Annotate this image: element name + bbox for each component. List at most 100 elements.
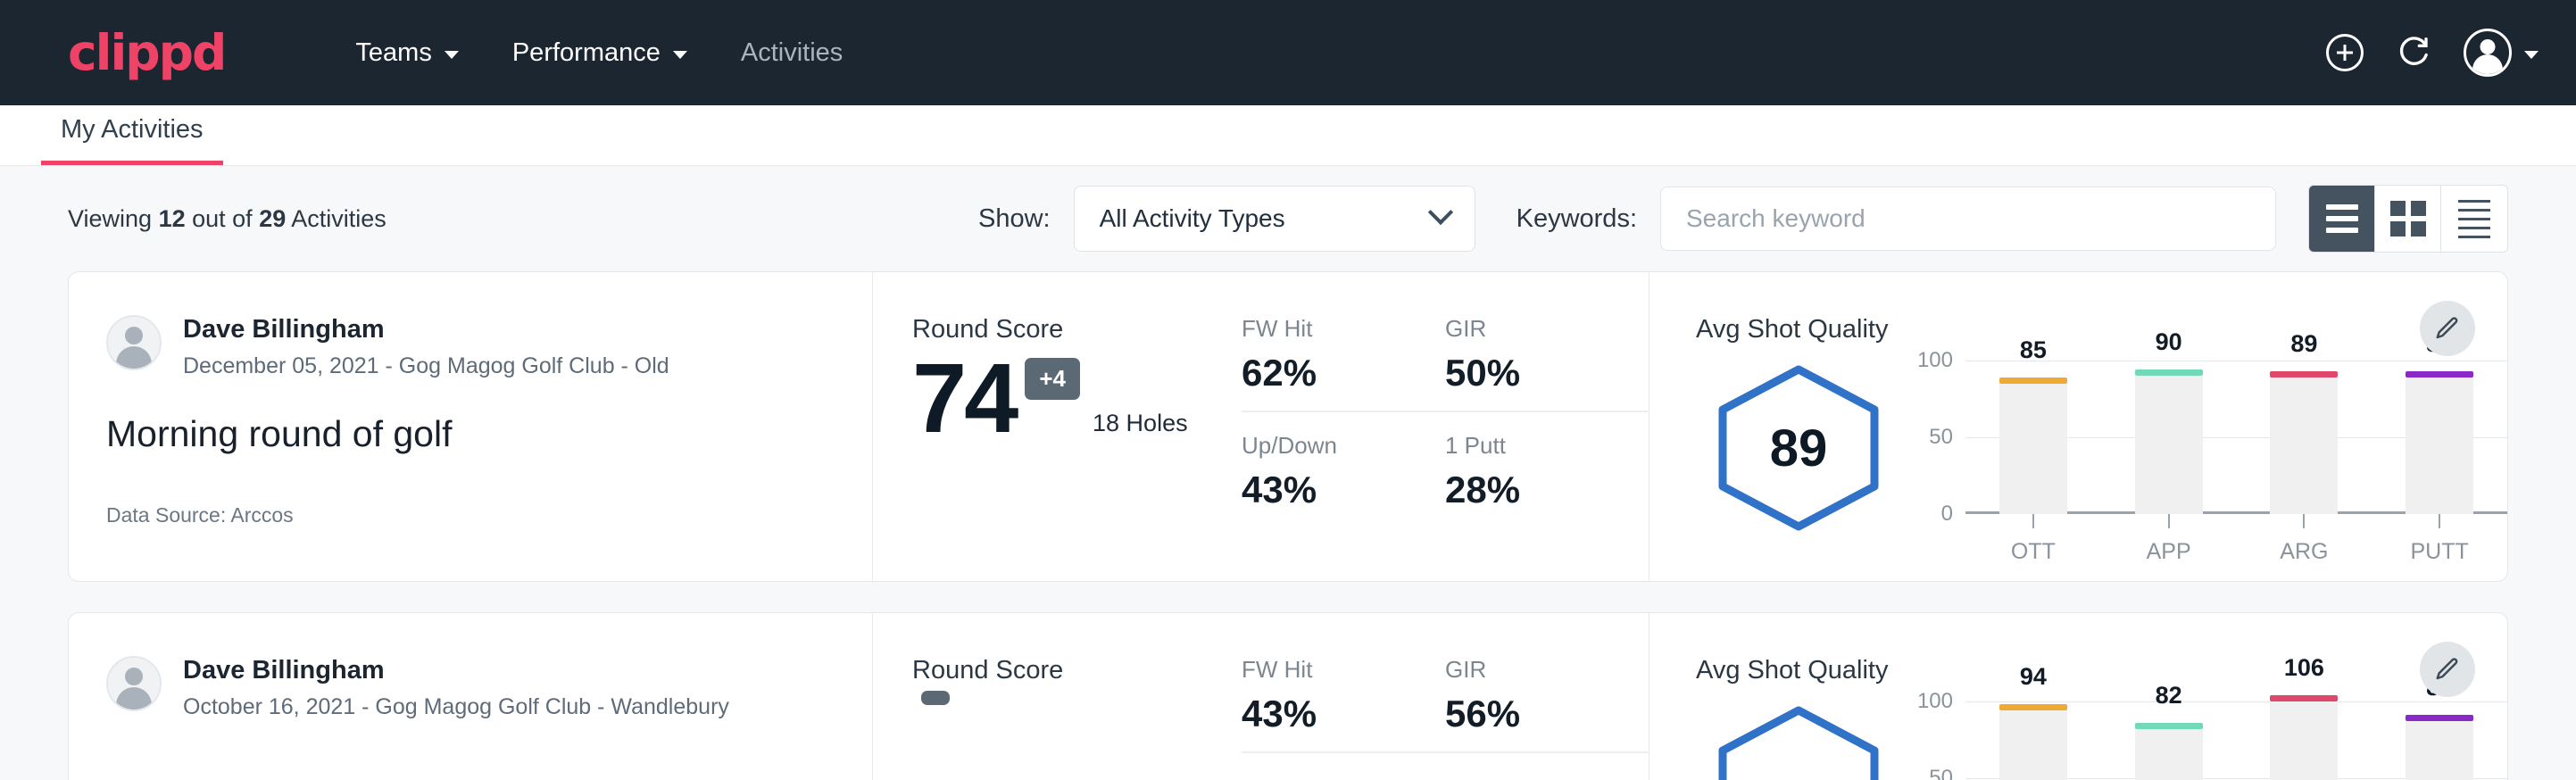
chart-plot-area: 100 50 0 94 [1965, 701, 2507, 780]
avg-shot-quality-label: Avg Shot Quality [1696, 656, 2507, 685]
shot-quality-bar-chart: 100 50 0 85 [1901, 352, 2507, 565]
stat-label: Up/Down [1242, 432, 1445, 460]
nav-item-performance-label: Performance [512, 38, 661, 68]
chart-plot-area: 100 50 0 85 [1965, 361, 2507, 514]
filter-controls: Show: All Activity Types Keywords: [978, 185, 2508, 253]
bar-column-arg: 106 [2237, 701, 2372, 780]
quality-hexagon-wrapper: 89 [1696, 352, 1901, 565]
top-navigation-bar: clippd Teams Performance Activities [0, 0, 2576, 105]
chart-x-axis: OTT APP ARG PUTT [1965, 514, 2507, 565]
viewing-suffix: Activities [286, 205, 386, 232]
round-score-panel: Round Score 74 +4 18 Holes [872, 272, 1229, 581]
account-menu-button[interactable] [2464, 29, 2539, 77]
quality-hexagon-value [1709, 703, 1888, 780]
chart-bars: 85 90 [1965, 361, 2507, 514]
stat-label: FW Hit [1242, 656, 1445, 684]
stat-fw-hit: FW Hit 43% [1242, 656, 1445, 753]
stat-fw-hit: FW Hit 62% [1242, 315, 1445, 412]
activity-title: Morning round of golf [106, 413, 872, 455]
view-mode-list-button[interactable] [2309, 186, 2375, 252]
activity-type-select[interactable]: All Activity Types [1074, 186, 1475, 252]
tick-mark [2032, 514, 2034, 528]
holes-played: 18 Holes [1093, 410, 1188, 437]
round-score-row [912, 691, 1229, 753]
bar-column-putt: 87 [2372, 701, 2507, 780]
search-field-wrapper[interactable] [1660, 187, 2276, 251]
y-tick-100: 100 [1917, 689, 1953, 714]
stat-value: 43% [1242, 693, 1445, 735]
x-tick-putt: PUTT [2372, 514, 2507, 565]
bar-column-ott: 85 [1965, 361, 2101, 514]
round-score-value: 74 [912, 350, 1016, 448]
bar-cap-putt [2406, 371, 2473, 378]
activity-card[interactable]: Dave Billingham October 16, 2021 - Gog M… [68, 612, 2508, 780]
round-score-row: 74 +4 18 Holes [912, 350, 1229, 448]
tick-mark [2303, 514, 2305, 528]
stat-one-putt: 1 Putt 28% [1445, 432, 1649, 527]
stat-value: 50% [1445, 352, 1649, 394]
page-tab-bar: My Activities [0, 105, 2576, 166]
x-label-putt: PUTT [2410, 539, 2468, 565]
compact-icon-line [2458, 209, 2490, 212]
quality-hexagon-wrapper [1696, 693, 1901, 780]
stat-gir: GIR 56% [1445, 656, 1649, 753]
tab-my-activities[interactable]: My Activities [41, 115, 223, 165]
round-score-label: Round Score [912, 656, 1229, 685]
x-tick-app: APP [2101, 514, 2237, 565]
avatar [106, 315, 162, 370]
activity-type-value: All Activity Types [1100, 204, 1285, 233]
nav-item-performance[interactable]: Performance [486, 26, 714, 80]
view-mode-grid-button[interactable] [2375, 186, 2441, 252]
refresh-icon[interactable] [2396, 35, 2431, 71]
chart-bars: 94 82 [1965, 701, 2507, 780]
edit-activity-button[interactable] [2420, 642, 2475, 697]
bar-value-ott: 94 [2020, 663, 2047, 691]
activity-data-source: Data Source: Arccos [106, 503, 872, 527]
bar-value-app: 82 [2156, 682, 2182, 709]
stat-gir: GIR 50% [1445, 315, 1649, 412]
bar-rect-app [2135, 729, 2203, 780]
viewing-total: 29 [259, 205, 286, 232]
activity-meta: December 05, 2021 - Gog Magog Golf Club … [183, 353, 669, 379]
score-to-par-badge [921, 691, 950, 705]
bar-cap-ott [1999, 378, 2067, 384]
nav-item-activities[interactable]: Activities [714, 26, 869, 80]
plus-circle-icon[interactable] [2326, 34, 2364, 71]
clippd-logo[interactable]: clippd [68, 24, 225, 81]
stat-label: GIR [1445, 315, 1649, 343]
activity-meta: October 16, 2021 - Gog Magog Golf Club -… [183, 694, 729, 720]
activity-card[interactable]: Dave Billingham December 05, 2021 - Gog … [68, 271, 2508, 582]
search-input[interactable] [1686, 204, 2250, 233]
viewing-prefix: Viewing [68, 205, 159, 232]
bar-column-ott: 94 [1965, 701, 2101, 780]
edit-activity-button[interactable] [2420, 301, 2475, 356]
pencil-icon [2434, 656, 2461, 683]
bar-cap-putt [2406, 715, 2473, 721]
nav-item-teams-label: Teams [355, 38, 431, 68]
list-icon-bar [2326, 216, 2358, 221]
bar-value-arg: 106 [2284, 654, 2324, 682]
stat-label: 1 Putt [1445, 432, 1649, 460]
y-tick-50: 50 [1929, 425, 1953, 450]
tick-mark [2168, 514, 2170, 528]
bar-column-app: 82 [2101, 701, 2237, 780]
account-avatar-icon [2464, 29, 2512, 77]
nav-item-teams[interactable]: Teams [328, 26, 485, 80]
nav-actions [2326, 29, 2539, 77]
round-stats-grid: FW Hit 43% GIR 56% [1229, 613, 1649, 780]
bar-column-putt: 89 [2372, 361, 2507, 514]
shot-quality-bar-chart: 100 50 0 94 [1901, 693, 2507, 780]
bar-cap-arg [2270, 371, 2338, 378]
show-label: Show: [978, 204, 1051, 234]
bar-cap-app [2135, 369, 2203, 376]
keywords-label: Keywords: [1517, 204, 1637, 234]
bar-cap-ott [1999, 704, 2067, 710]
bar-cap-app [2135, 723, 2203, 729]
bar-cap-arg [2270, 695, 2338, 701]
view-mode-toggle-group [2308, 185, 2508, 253]
view-mode-compact-button[interactable] [2441, 186, 2507, 252]
avatar [106, 656, 162, 711]
quality-hexagon: 89 [1709, 362, 1888, 534]
activity-summary: Dave Billingham December 05, 2021 - Gog … [69, 272, 872, 581]
quality-hexagon-value: 89 [1709, 362, 1888, 534]
